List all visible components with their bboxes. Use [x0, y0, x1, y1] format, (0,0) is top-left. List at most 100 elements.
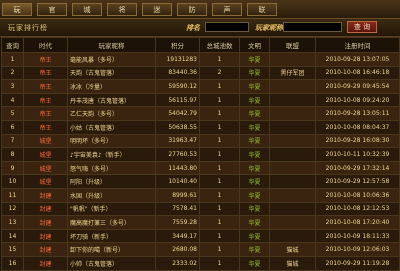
cell-name[interactable]: 水国（升级）: [67, 187, 156, 203]
ranking-title: 玩家排行榜: [8, 24, 48, 32]
cell-rank: 12: [1, 201, 24, 217]
nick-label: 玩家昵称: [255, 24, 283, 32]
cell-era: 城堡: [23, 160, 68, 176]
cell-civ: 华夏: [239, 160, 270, 176]
table-row: 3 帝王 冰冰（冷量） 59590.12 1 华夏 2010-09-29 09:45:54: [1, 79, 400, 94]
cell-reg-time: 2010-10-08 08:04:37: [315, 119, 400, 135]
tab-generals[interactable]: 将 领: [107, 2, 137, 27]
cell-rank: 8: [1, 147, 24, 162]
tab-defense[interactable]: 防 御: [177, 2, 207, 27]
tab-cities[interactable]: 城 池: [72, 2, 102, 27]
cell-era: 城堡: [23, 174, 68, 189]
cell-reg-time: 2010-09-29 12:57:58: [315, 174, 400, 189]
cell-civ: 华夏: [239, 174, 270, 189]
cell-rank: 16: [1, 255, 24, 271]
cell-cities: 1: [199, 228, 240, 244]
cell-alliance: [269, 174, 316, 189]
cell-cities: 1: [199, 92, 240, 108]
cell-cities: 1: [199, 79, 240, 94]
cell-alliance: [269, 147, 316, 162]
cell-era: 封建: [23, 187, 68, 203]
cell-civ: 华夏: [239, 79, 270, 94]
cell-score: 3449.17: [155, 228, 200, 244]
cell-rank: 15: [1, 242, 24, 257]
cell-alliance: [269, 106, 316, 121]
cell-reg-time: 2010-09-28 13:05:11: [315, 106, 400, 121]
cell-score: 2333.02: [155, 255, 200, 271]
table-row: 7 城堡 明明坏（多号） 31963.47 1 华夏 2010-09-28 16:08:30: [1, 133, 400, 149]
cell-reg-time: 2010-10-09 12:06:03: [315, 242, 400, 257]
tab-attack[interactable]: 迷 攻: [142, 2, 172, 27]
cell-score: 83440.36: [155, 65, 200, 81]
cell-score: 31963.47: [155, 133, 200, 149]
cell-civ: 华夏: [239, 133, 270, 149]
cell-score: 8999.61: [155, 187, 200, 203]
cell-name[interactable]: 卸下你的噶（新号）: [67, 242, 156, 257]
cell-cities: 1: [199, 174, 240, 189]
cell-alliance: [269, 79, 316, 94]
cell-name[interactable]: 怒气嗨（多号）: [67, 160, 156, 176]
cell-name[interactable]: 毫能风暴（多号）: [67, 52, 156, 67]
cell-era: 城堡: [23, 133, 68, 149]
search-button[interactable]: 查 询: [347, 21, 377, 33]
cell-name[interactable]: 坏刀骑（新手）: [67, 228, 156, 244]
rank-input[interactable]: [205, 22, 249, 32]
cell-score: 7578.41: [155, 201, 200, 217]
table-row: 14 封建 坏刀骑（新手） 3449.17 1 华夏 2010-10-09 18:11:33: [1, 228, 400, 244]
nick-input[interactable]: [283, 22, 342, 32]
cell-name[interactable]: ♪宇宙美袁♪（新手）: [67, 147, 156, 162]
cell-score: 10140.40: [155, 174, 200, 189]
cell-reg-time: 2010-10-08 17:20:40: [315, 215, 400, 230]
cell-civ: 华夏: [239, 228, 270, 244]
cell-reg-time: 2010-09-29 17:32:14: [315, 160, 400, 176]
cell-rank: 4: [1, 92, 24, 108]
cell-name[interactable]: "帆帆"（新手）: [67, 201, 156, 217]
cell-name[interactable]: 阿阳（升级）: [67, 174, 156, 189]
cell-name[interactable]: 明明坏（多号）: [67, 133, 156, 149]
cell-reg-time: 2010-09-28 13:07:05: [315, 52, 400, 67]
table-row: 10 城堡 阿阳（升级） 10140.40 1 华夏 2010-09-29 12:57:58: [1, 174, 400, 189]
table-row: 5 帝王 乙仁天韵（多号） 54042.79 1 华夏 2010-09-28 13:05:1…: [1, 106, 400, 121]
cell-cities: 1: [199, 201, 240, 217]
cell-name[interactable]: 魔高魔打兼三（多号）: [67, 215, 156, 230]
cell-name[interactable]: 丹丰茂唐（古鬼管落）: [67, 92, 156, 108]
header-reg-time: 注册时间: [315, 37, 400, 53]
tab-officials[interactable]: 官 职: [37, 2, 67, 27]
cell-score: 27760.53: [155, 147, 200, 162]
cell-cities: 1: [199, 52, 240, 67]
cell-cities: 1: [199, 255, 240, 271]
tab-players[interactable]: 玩 家: [2, 2, 32, 27]
cell-era: 帝王: [23, 92, 68, 108]
cell-rank: 14: [1, 228, 24, 244]
table-row: 13 封建 魔高魔打兼三（多号） 7559.28 1 华夏 2010-10-08 17:20…: [1, 215, 400, 230]
cell-era: 帝王: [23, 119, 68, 135]
cell-name[interactable]: 小姑（古鬼管落）: [67, 119, 156, 135]
cell-civ: 华夏: [239, 255, 270, 271]
cell-name[interactable]: 小帅（古鬼管落）: [67, 255, 156, 271]
tab-alliance[interactable]: 联 盟: [247, 2, 277, 27]
cell-rank: 10: [1, 174, 24, 189]
cell-reg-time: 2010-09-29 09:45:54: [315, 79, 400, 94]
tab-prestige[interactable]: 声 望: [212, 2, 242, 27]
cell-score: 50638.55: [155, 119, 200, 135]
cell-reg-time: 2010-10-08 10:06:36: [315, 187, 400, 203]
table-row: 15 封建 卸下你的噶（新号） 2680.08 1 华夏 猫城 2010-10-09 12:0…: [1, 242, 400, 257]
cell-cities: 1: [199, 119, 240, 135]
cell-rank: 11: [1, 187, 24, 203]
cell-score: 59590.12: [155, 79, 200, 94]
cell-name[interactable]: 冰冰（冷量）: [67, 79, 156, 94]
header-rank: 查询: [1, 37, 24, 53]
cell-rank: 3: [1, 79, 24, 94]
cell-reg-time: 2010-10-08 09:24:20: [315, 92, 400, 108]
cell-score: 56115.97: [155, 92, 200, 108]
ranking-search-bar: 玩家排行榜 排名 玩家昵称 查 询: [0, 19, 400, 37]
top-navigation: 玩 家 官 职 城 池 将 领 迷 攻 防 御 声 望 联 盟: [0, 0, 400, 27]
cell-cities: 1: [199, 242, 240, 257]
cell-rank: 13: [1, 215, 24, 230]
cell-name[interactable]: 天韵（古鬼管落）: [67, 65, 156, 81]
cell-score: 2680.08: [155, 242, 200, 257]
cell-era: 城堡: [23, 147, 68, 162]
cell-name[interactable]: 乙仁天韵（多号）: [67, 106, 156, 121]
table-row: 9 城堡 怒气嗨（多号） 11443.80 1 华夏 2010-09-29 17:32:14: [1, 160, 400, 176]
cell-civ: 华夏: [239, 201, 270, 217]
